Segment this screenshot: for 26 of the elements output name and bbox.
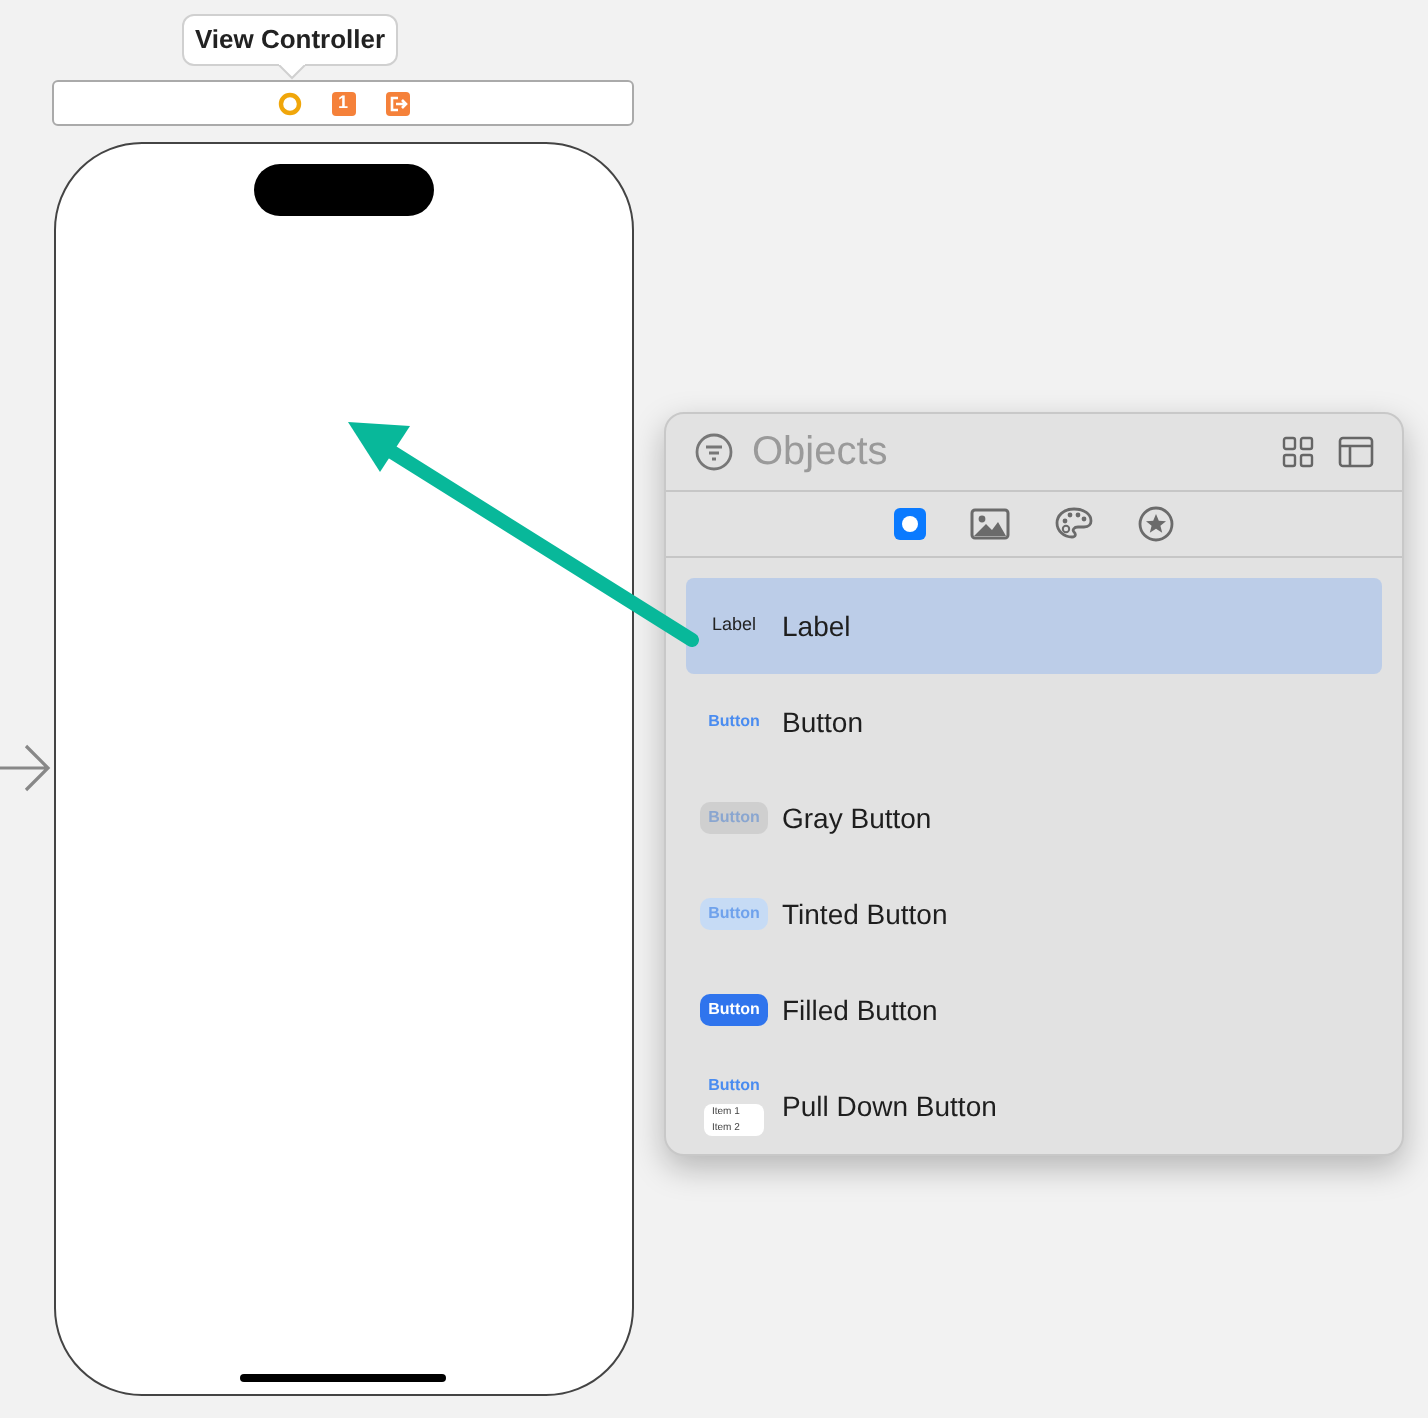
entry-point-arrow-icon [0,744,52,792]
button-preview: Button [708,710,760,734]
muted-button-preview: Button [700,802,768,834]
sidebar-layout-icon[interactable] [1338,435,1374,468]
star-tab-icon[interactable] [1138,505,1174,542]
library-item[interactable]: Button Tinted Button [686,866,1382,962]
item-title: Button [782,703,863,741]
library-item[interactable]: Label Label [686,578,1382,674]
pull-down-preview-title: Button [708,1076,760,1096]
library-item[interactable]: Button Gray Button [686,770,1382,866]
library-item[interactable]: Button Button [686,674,1382,770]
library-item[interactable]: Button Filled Button [686,962,1382,1058]
item-title: Gray Button [782,799,932,838]
tinted-button-preview: Button [700,898,768,930]
exit-icon[interactable] [385,91,409,115]
objects-tab-icon[interactable] [894,507,926,540]
item-title: Label [782,607,851,645]
label-preview: Label [711,612,757,639]
grid-view-icon[interactable] [1282,435,1314,468]
palette-tab-icon[interactable] [1054,506,1094,541]
filter-icon[interactable] [694,431,734,472]
item-title: Filled Button [782,991,938,1029]
item-title: Pull Down Button [782,1087,997,1125]
filled-button-preview: Button [700,994,768,1026]
item-title: Tinted Button [782,895,948,933]
image-tab-icon[interactable] [970,507,1010,540]
